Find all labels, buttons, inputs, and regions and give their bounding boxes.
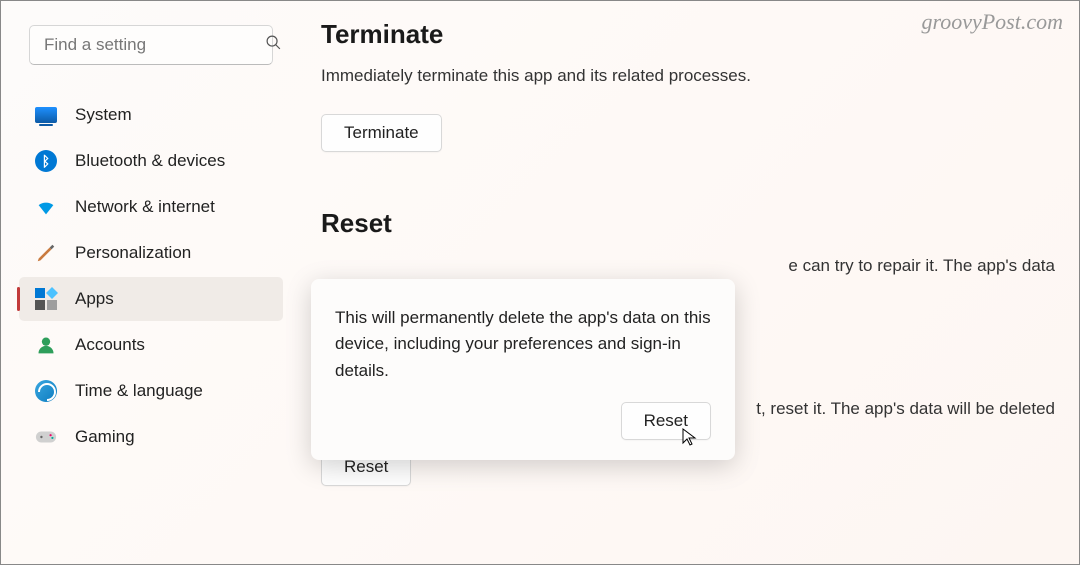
sidebar-item-label: Apps bbox=[75, 289, 114, 309]
sidebar-item-system[interactable]: System bbox=[19, 93, 283, 137]
reset-confirmation-flyout: This will permanently delete the app's d… bbox=[311, 279, 735, 460]
sidebar-item-label: Bluetooth & devices bbox=[75, 151, 225, 171]
sidebar-item-label: Personalization bbox=[75, 243, 191, 263]
sidebar-item-network[interactable]: Network & internet bbox=[19, 185, 283, 229]
wifi-icon bbox=[35, 196, 57, 218]
paintbrush-icon bbox=[35, 242, 57, 264]
gamepad-icon bbox=[35, 426, 57, 448]
watermark-text: groovyPost.com bbox=[921, 9, 1063, 35]
search-input[interactable] bbox=[44, 35, 265, 55]
repair-description-fragment: e can try to repair it. The app's data bbox=[321, 253, 1055, 279]
sidebar-item-label: System bbox=[75, 105, 132, 125]
globe-clock-icon bbox=[35, 380, 57, 402]
sidebar-item-label: Accounts bbox=[75, 335, 145, 355]
sidebar-item-gaming[interactable]: Gaming bbox=[19, 415, 283, 459]
sidebar-item-accounts[interactable]: Accounts bbox=[19, 323, 283, 367]
system-icon bbox=[35, 104, 57, 126]
terminate-button[interactable]: Terminate bbox=[321, 114, 442, 152]
sidebar-item-personalization[interactable]: Personalization bbox=[19, 231, 283, 275]
sidebar: System ᛒ Bluetooth & devices Network & i… bbox=[1, 1, 301, 564]
bluetooth-icon: ᛒ bbox=[35, 150, 57, 172]
sidebar-item-label: Gaming bbox=[75, 427, 135, 447]
flyout-reset-button[interactable]: Reset bbox=[621, 402, 711, 440]
terminate-description: Immediately terminate this app and its r… bbox=[321, 64, 1055, 88]
apps-icon bbox=[35, 288, 57, 310]
accounts-icon bbox=[35, 334, 57, 356]
sidebar-item-label: Time & language bbox=[75, 381, 203, 401]
nav-list: System ᛒ Bluetooth & devices Network & i… bbox=[13, 93, 289, 459]
flyout-message: This will permanently delete the app's d… bbox=[335, 305, 711, 384]
sidebar-item-apps[interactable]: Apps bbox=[19, 277, 283, 321]
sidebar-item-bluetooth[interactable]: ᛒ Bluetooth & devices bbox=[19, 139, 283, 183]
sidebar-item-label: Network & internet bbox=[75, 197, 215, 217]
search-icon bbox=[265, 34, 282, 56]
reset-heading: Reset bbox=[321, 208, 1055, 239]
search-box[interactable] bbox=[29, 25, 273, 65]
sidebar-item-time[interactable]: Time & language bbox=[19, 369, 283, 413]
